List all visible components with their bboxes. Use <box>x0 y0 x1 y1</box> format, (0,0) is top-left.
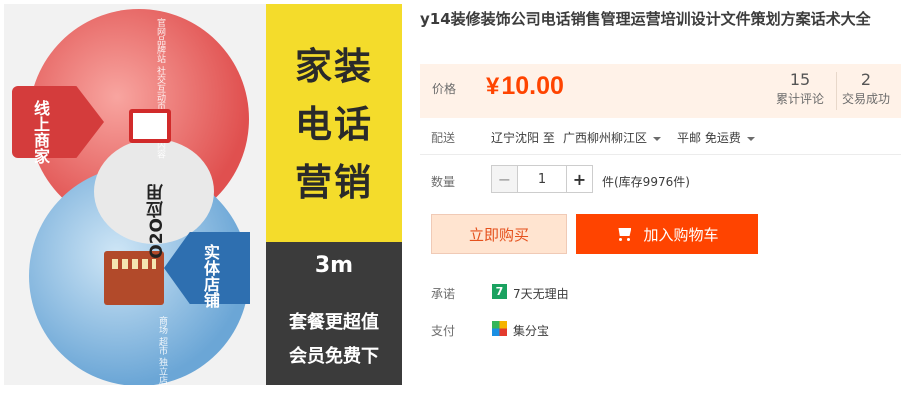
sales-stat: 2 交易成功 <box>834 70 898 108</box>
jifenbao-icon <box>492 321 507 336</box>
image-title: 家装 电话 营销 <box>266 38 402 212</box>
quantity-plus-button[interactable]: + <box>566 165 593 193</box>
product-image[interactable]: 官网品牌站 社交互动页 专题主内容 商场 超市 独立店 O2O应用 线上商家 实… <box>4 4 402 385</box>
shipping-from: 辽宁沈阳 至 <box>491 131 555 145</box>
product-title: y14装修装饰公司电话销售管理运营培训设计文件策划方案话术大全 <box>420 10 871 28</box>
shipping-destination: 广西柳州柳江区 <box>563 131 648 145</box>
sales-label: 交易成功 <box>841 92 890 106</box>
buy-now-label: 立即购买 <box>468 225 529 244</box>
chevron-down-icon <box>746 136 755 141</box>
quantity-input[interactable] <box>518 165 566 193</box>
shipping-label: 配送 <box>431 131 456 145</box>
image-3m-badge: 3m <box>314 253 354 278</box>
buy-now-button[interactable]: 立即购买 <box>431 214 567 254</box>
reviews-label: 累计评论 <box>775 92 824 106</box>
image-title-line: 电话 <box>295 103 373 146</box>
quantity-stepper: − + <box>491 165 593 193</box>
cart-icon <box>615 226 633 242</box>
add-to-cart-label: 加入购物车 <box>643 225 719 244</box>
currency-symbol: ¥ <box>486 73 500 100</box>
stock-text: 件(库存9976件) <box>602 175 690 189</box>
quantity-minus-button[interactable]: − <box>491 165 518 193</box>
offline-circle-text: 商场 超市 独立店 <box>157 316 167 385</box>
sales-count: 2 <box>860 70 872 89</box>
image-promo-line: 会员免费下 <box>289 346 379 367</box>
promise-label: 承诺 <box>431 287 456 301</box>
quantity-label: 数量 <box>431 175 456 189</box>
chevron-down-icon <box>653 136 662 141</box>
payment-text[interactable]: 集分宝 <box>513 322 549 339</box>
seven-day-return-icon: 7 <box>492 284 507 299</box>
shop-icon <box>104 251 164 305</box>
image-title-line: 营销 <box>295 161 373 204</box>
price-label: 价格 <box>432 82 457 96</box>
reviews-count: 15 <box>789 70 811 89</box>
offline-badge-text: 实体店铺 <box>201 244 220 308</box>
price-panel: 价格 ¥10.00 15 累计评论 2 交易成功 <box>420 64 901 118</box>
shipping-destination-select[interactable]: 广西柳州柳江区 <box>563 129 662 146</box>
price-value: ¥10.00 <box>486 72 564 101</box>
image-title-line: 家装 <box>295 45 373 88</box>
monitor-icon <box>129 109 171 143</box>
shipping-method: 平邮 免运费 <box>677 131 741 145</box>
promise-text[interactable]: 7天无理由 <box>513 285 569 302</box>
o2o-label: O2O应用 <box>147 184 167 259</box>
online-badge-text: 线上商家 <box>31 100 50 164</box>
payment-label: 支付 <box>431 324 456 338</box>
shipping-method-select[interactable]: 平邮 免运费 <box>677 129 755 146</box>
add-to-cart-button[interactable]: 加入购物车 <box>576 214 758 254</box>
price-amount: 10.00 <box>501 72 564 100</box>
section-divider <box>420 154 901 155</box>
image-promo-line: 套餐更超值 <box>289 312 379 333</box>
reviews-stat[interactable]: 15 累计评论 <box>768 70 832 108</box>
